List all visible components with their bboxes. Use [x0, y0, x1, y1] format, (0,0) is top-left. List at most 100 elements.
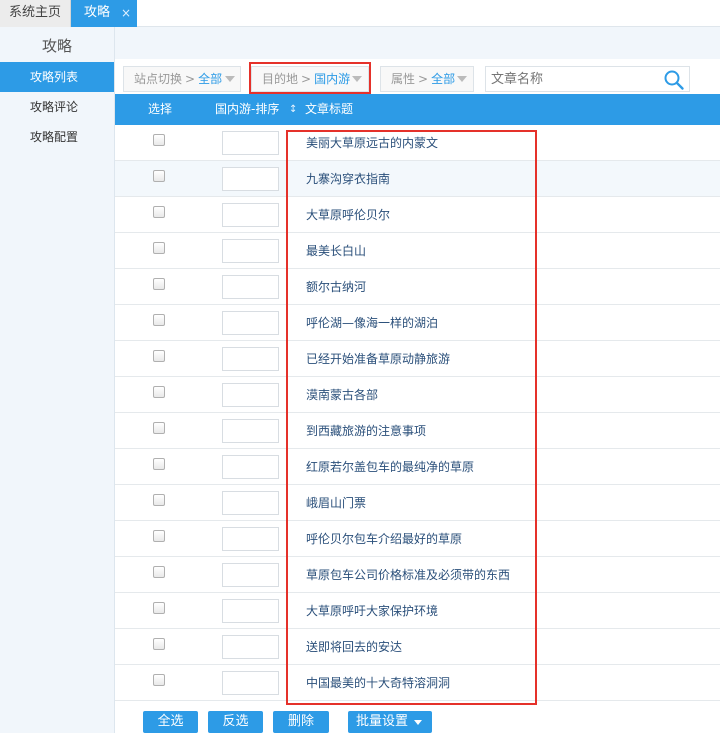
- article-title-link[interactable]: 大草原呼吁大家保护环境: [306, 593, 438, 629]
- destination-highlight-box: [249, 62, 371, 94]
- row-checkbox[interactable]: [153, 530, 165, 542]
- row-checkbox[interactable]: [153, 422, 165, 434]
- row-checkbox[interactable]: [153, 170, 165, 182]
- select-all-button[interactable]: 全选: [143, 711, 198, 733]
- sort-order-input[interactable]: [222, 599, 279, 623]
- row-checkbox[interactable]: [153, 314, 165, 326]
- table-row: 呼伦湖—像海一样的湖泊: [115, 305, 720, 341]
- article-title-link[interactable]: 到西藏旅游的注意事项: [306, 413, 426, 449]
- sort-icon[interactable]: ↕: [289, 94, 297, 125]
- sort-order-input[interactable]: [222, 635, 279, 659]
- tab-guides-label: 攻略: [84, 5, 111, 20]
- main-content: 站点切换>全部 目的地>国内游 属性>全部 选择 国内游-排序 ↕ 文章标题 美…: [115, 27, 720, 733]
- tab-bar: 系统主页 攻略 ×: [0, 0, 720, 27]
- sort-order-input[interactable]: [222, 455, 279, 479]
- table-row: 漠南蒙古各部: [115, 377, 720, 413]
- row-checkbox[interactable]: [153, 494, 165, 506]
- sidebar: 攻略 攻略列表 攻略评论 攻略配置: [0, 27, 115, 733]
- delete-button[interactable]: 删除: [273, 711, 329, 733]
- sidebar-item-guide-comments[interactable]: 攻略评论: [0, 92, 114, 122]
- close-icon[interactable]: ×: [121, 0, 131, 26]
- attribute-filter-dropdown[interactable]: 属性 > 全部: [380, 66, 474, 92]
- article-title-link[interactable]: 大草原呼伦贝尔: [306, 197, 390, 233]
- row-checkbox[interactable]: [153, 602, 165, 614]
- sort-order-input[interactable]: [222, 671, 279, 695]
- table-row: 大草原呼吁大家保护环境: [115, 593, 720, 629]
- sort-order-input[interactable]: [222, 167, 279, 191]
- search-input[interactable]: [486, 67, 656, 91]
- table-row: 九寨沟穿衣指南: [115, 161, 720, 197]
- row-checkbox[interactable]: [153, 458, 165, 470]
- sort-order-input[interactable]: [222, 275, 279, 299]
- sort-order-input[interactable]: [222, 491, 279, 515]
- batch-settings-button[interactable]: 批量设置: [348, 711, 432, 733]
- row-checkbox[interactable]: [153, 350, 165, 362]
- table-row: 草原包车公司价格标准及必须带的东西: [115, 557, 720, 593]
- sort-order-input[interactable]: [222, 383, 279, 407]
- table-row: 红原若尔盖包车的最纯净的草原: [115, 449, 720, 485]
- chevron-down-icon: [225, 76, 235, 82]
- article-title-link[interactable]: 最美长白山: [306, 233, 366, 269]
- article-search: [485, 66, 690, 92]
- site-filter-value: 全部: [198, 72, 223, 86]
- row-checkbox[interactable]: [153, 278, 165, 290]
- sort-order-input[interactable]: [222, 203, 279, 227]
- article-title-link[interactable]: 额尔古纳河: [306, 269, 366, 305]
- article-title-link[interactable]: 漠南蒙古各部: [306, 377, 378, 413]
- table-row: 峨眉山门票: [115, 485, 720, 521]
- article-title-link[interactable]: 已经开始准备草原动静旅游: [306, 341, 450, 377]
- site-filter-separator: >: [185, 72, 196, 86]
- invert-selection-button[interactable]: 反选: [208, 711, 263, 733]
- table-row: 额尔古纳河: [115, 269, 720, 305]
- article-title-link[interactable]: 中国最美的十大奇特溶洞洞: [306, 665, 450, 701]
- attribute-filter-value: 全部: [431, 72, 456, 86]
- article-title-link[interactable]: 九寨沟穿衣指南: [306, 161, 390, 197]
- chevron-down-icon: [414, 720, 422, 725]
- tab-home[interactable]: 系统主页: [0, 0, 71, 27]
- row-checkbox[interactable]: [153, 386, 165, 398]
- sort-order-input[interactable]: [222, 419, 279, 443]
- sidebar-title: 攻略: [41, 37, 72, 55]
- site-filter-dropdown[interactable]: 站点切换 > 全部: [123, 66, 241, 92]
- sort-order-input[interactable]: [222, 347, 279, 371]
- row-checkbox[interactable]: [153, 134, 165, 146]
- table-row: 已经开始准备草原动静旅游: [115, 341, 720, 377]
- article-table: 美丽大草原远古的内蒙文 九寨沟穿衣指南 大草原呼伦贝尔 最美长白山 额尔古纳河 …: [115, 125, 720, 701]
- article-title-link[interactable]: 峨眉山门票: [306, 485, 366, 521]
- table-row: 最美长白山: [115, 233, 720, 269]
- sort-order-input[interactable]: [222, 239, 279, 263]
- article-title-link[interactable]: 红原若尔盖包车的最纯净的草原: [306, 449, 474, 485]
- attribute-filter-label: 属性: [391, 72, 416, 86]
- article-title-link[interactable]: 美丽大草原远古的内蒙文: [306, 125, 438, 161]
- tab-guides[interactable]: 攻略 ×: [71, 0, 137, 27]
- column-header-title: 文章标题: [305, 102, 354, 116]
- column-header-select: 选择: [148, 102, 173, 116]
- table-header: 选择 国内游-排序 ↕ 文章标题: [115, 94, 720, 125]
- article-title-link[interactable]: 送即将回去的安达: [306, 629, 402, 665]
- row-checkbox[interactable]: [153, 674, 165, 686]
- sidebar-item-guide-config[interactable]: 攻略配置: [0, 122, 114, 152]
- sort-order-input[interactable]: [222, 563, 279, 587]
- sort-order-input[interactable]: [222, 131, 279, 155]
- search-icon[interactable]: [663, 69, 685, 91]
- article-title-link[interactable]: 呼伦湖—像海一样的湖泊: [306, 305, 438, 341]
- row-checkbox[interactable]: [153, 638, 165, 650]
- article-title-link[interactable]: 草原包车公司价格标准及必须带的东西: [306, 557, 510, 593]
- sort-order-input[interactable]: [222, 527, 279, 551]
- row-checkbox[interactable]: [153, 566, 165, 578]
- sort-order-input[interactable]: [222, 311, 279, 335]
- bulk-actions: 全选 反选 删除 批量设置: [115, 711, 720, 733]
- table-row: 到西藏旅游的注意事项: [115, 413, 720, 449]
- site-filter-label: 站点切换: [134, 72, 183, 86]
- top-strip: [115, 27, 720, 59]
- table-row: 大草原呼伦贝尔: [115, 197, 720, 233]
- row-checkbox[interactable]: [153, 242, 165, 254]
- sidebar-item-guide-list[interactable]: 攻略列表: [0, 62, 114, 92]
- table-row: 中国最美的十大奇特溶洞洞: [115, 665, 720, 701]
- row-checkbox[interactable]: [153, 206, 165, 218]
- column-header-sort[interactable]: 国内游-排序: [215, 94, 279, 125]
- article-title-link[interactable]: 呼伦贝尔包车介绍最好的草原: [306, 521, 462, 557]
- batch-settings-label: 批量设置: [356, 714, 409, 729]
- chevron-down-icon: [457, 76, 467, 82]
- table-row: 呼伦贝尔包车介绍最好的草原: [115, 521, 720, 557]
